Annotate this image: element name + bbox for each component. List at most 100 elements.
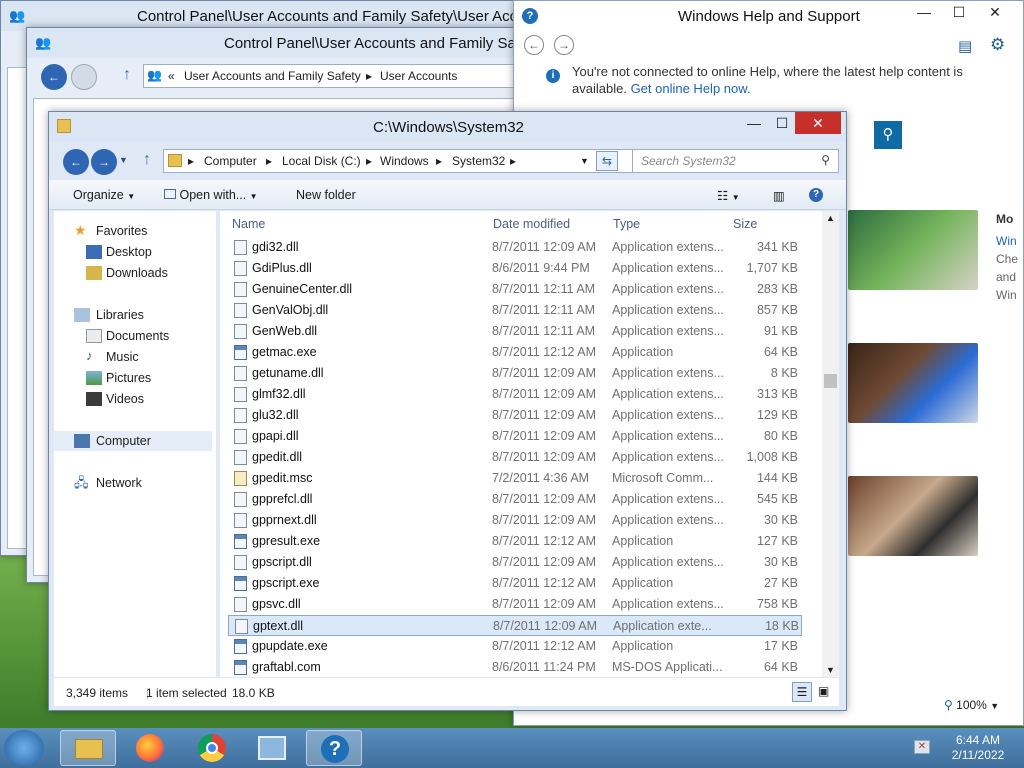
- folder-icon: [57, 119, 71, 133]
- nav-downloads[interactable]: Downloads: [54, 263, 214, 283]
- maximize-button[interactable]: ☐: [944, 1, 974, 23]
- nav-libraries[interactable]: Libraries: [54, 305, 214, 325]
- title-bar[interactable]: ? Windows Help and Support — ☐ ✕: [514, 1, 1023, 31]
- file-date-modified: 8/7/2011 12:09 AM: [492, 366, 597, 380]
- recent-pages-button[interactable]: ▼: [119, 155, 128, 165]
- file-row[interactable]: gpedit.msc 7/2/2011 4:36 AM Microsoft Comm…: [228, 468, 802, 489]
- scroll-thumb[interactable]: [824, 374, 837, 388]
- file-row[interactable]: GenWeb.dll 8/7/2011 12:11 AM Application e…: [228, 321, 802, 342]
- breadcrumb-item[interactable]: User Accounts: [380, 69, 457, 83]
- network-status-icon[interactable]: ✕: [914, 740, 930, 754]
- nav-network[interactable]: 🖧 Network: [54, 473, 214, 493]
- file-row[interactable]: getmac.exe 8/7/2011 12:12 AM Application 64…: [228, 342, 802, 363]
- firefox-taskbar-icon[interactable]: [122, 730, 178, 766]
- large-icons-view-icon[interactable]: ▣: [818, 684, 829, 698]
- maximize-button[interactable]: ☐: [767, 112, 797, 134]
- nav-desktop[interactable]: Desktop: [54, 242, 214, 262]
- file-row[interactable]: getuname.dll 8/7/2011 12:09 AM Application…: [228, 363, 802, 384]
- file-row[interactable]: gptext.dll 8/7/2011 12:09 AM Application e…: [228, 615, 802, 636]
- address-history-button[interactable]: ▼: [580, 156, 589, 166]
- preview-pane-icon[interactable]: ▥: [773, 188, 785, 203]
- file-row[interactable]: gpsvc.dll 8/7/2011 12:09 AM Application ex…: [228, 594, 802, 615]
- nav-documents[interactable]: Documents: [54, 326, 214, 346]
- address-bar[interactable]: 👥 « User Accounts and Family Safety ▸ Us…: [143, 64, 523, 88]
- nav-videos[interactable]: Videos: [54, 389, 214, 409]
- back-button[interactable]: ←: [63, 149, 89, 175]
- column-header-name[interactable]: Name: [232, 217, 265, 231]
- title-bar[interactable]: C:\Windows\System32 — ☐ ✕: [49, 112, 846, 142]
- nav-favorites[interactable]: ★ Favorites: [54, 221, 214, 241]
- scroll-up-icon[interactable]: ▲: [826, 213, 835, 223]
- file-type: Application: [612, 534, 674, 548]
- file-row[interactable]: gpprefcl.dll 8/7/2011 12:09 AM Application…: [228, 489, 802, 510]
- file-row[interactable]: gpscript.dll 8/7/2011 12:09 AM Application…: [228, 552, 802, 573]
- file-explorer-taskbar-icon[interactable]: [60, 730, 116, 766]
- get-online-help-link[interactable]: Get online Help now.: [631, 81, 751, 96]
- scroll-down-icon[interactable]: ▼: [826, 665, 835, 675]
- file-name: graftabl.com: [252, 660, 321, 674]
- address-bar[interactable]: ▸ Computer ▸ Local Disk (C:) ▸ Windows ▸…: [163, 149, 643, 173]
- gear-icon[interactable]: ⚙: [990, 35, 1005, 55]
- breadcrumb-overflow[interactable]: «: [168, 69, 175, 83]
- back-button[interactable]: ←: [41, 64, 67, 90]
- minimize-button[interactable]: —: [909, 1, 939, 23]
- start-button[interactable]: [4, 730, 44, 766]
- nav-pictures[interactable]: Pictures: [54, 368, 214, 388]
- forward-arrow-icon[interactable]: →: [554, 35, 574, 55]
- file-row[interactable]: gdi32.dll 8/7/2011 12:09 AM Application ex…: [228, 237, 802, 258]
- column-header-date[interactable]: Date modified: [493, 217, 570, 231]
- control-panel-taskbar-icon[interactable]: [244, 730, 300, 766]
- breadcrumb-local-disk[interactable]: Local Disk (C:): [282, 154, 361, 168]
- file-row[interactable]: gpupdate.exe 8/7/2011 12:12 AM Application…: [228, 636, 802, 657]
- nav-computer[interactable]: Computer: [54, 431, 212, 451]
- breadcrumb-windows[interactable]: Windows: [380, 154, 429, 168]
- zoom-control[interactable]: ⚲ 100% ▼: [944, 698, 999, 712]
- file-row[interactable]: gpscript.exe 8/7/2011 12:12 AM Application…: [228, 573, 802, 594]
- file-type: Application extens...: [612, 303, 724, 317]
- file-row[interactable]: gpresult.exe 8/7/2011 12:12 AM Application…: [228, 531, 802, 552]
- help-taskbar-icon[interactable]: ?: [306, 730, 362, 766]
- back-arrow-icon[interactable]: ←: [524, 35, 544, 55]
- nav-music[interactable]: ♪ Music: [54, 347, 214, 367]
- print-icon[interactable]: ▤: [958, 37, 972, 55]
- breadcrumb-computer[interactable]: Computer: [204, 154, 257, 168]
- up-arrow-icon[interactable]: ↑: [143, 151, 151, 169]
- help-icon[interactable]: ?: [809, 188, 823, 202]
- file-row[interactable]: GenuineCenter.dll 8/7/2011 12:11 AM Applic…: [228, 279, 802, 300]
- new-folder-button[interactable]: New folder: [296, 188, 356, 202]
- column-header-size[interactable]: Size: [733, 217, 757, 231]
- file-date-modified: 8/7/2011 12:11 AM: [492, 282, 596, 296]
- close-button[interactable]: ✕: [980, 1, 1010, 23]
- file-row[interactable]: GdiPlus.dll 8/6/2011 9:44 PM Application e…: [228, 258, 802, 279]
- file-row[interactable]: glmf32.dll 8/7/2011 12:09 AM Application e…: [228, 384, 802, 405]
- file-row[interactable]: glu32.dll 8/7/2011 12:09 AM Application ex…: [228, 405, 802, 426]
- title-bar[interactable]: 👥 Control Panel\User Accounts and Family…: [27, 28, 528, 58]
- search-input[interactable]: Search System32 ⚲: [632, 149, 839, 173]
- file-date-modified: 8/7/2011 12:12 AM: [492, 576, 597, 590]
- chrome-taskbar-icon[interactable]: [184, 730, 240, 766]
- minimize-button[interactable]: —: [739, 112, 769, 134]
- breadcrumb-separator: ▸: [366, 69, 373, 83]
- close-button[interactable]: ✕: [795, 112, 841, 134]
- file-row[interactable]: gpprnext.dll 8/7/2011 12:09 AM Application…: [228, 510, 802, 531]
- file-row[interactable]: graftabl.com 8/6/2011 11:24 PM MS-DOS Appl…: [228, 657, 802, 677]
- breadcrumb-system32[interactable]: System32: [452, 154, 505, 168]
- file-row[interactable]: gpapi.dll 8/7/2011 12:09 AM Application ex…: [228, 426, 802, 447]
- view-options-icon[interactable]: ☷ ▼: [717, 188, 740, 203]
- file-row[interactable]: GenValObj.dll 8/7/2011 12:11 AM Applicatio…: [228, 300, 802, 321]
- forward-button[interactable]: →: [91, 149, 117, 175]
- forward-button[interactable]: [71, 64, 97, 90]
- refresh-icon[interactable]: ⇆: [596, 151, 618, 171]
- section-link[interactable]: Win: [996, 232, 1017, 250]
- file-row[interactable]: gpedit.dll 8/7/2011 12:09 AM Application e…: [228, 447, 802, 468]
- organize-button[interactable]: Organize ▼: [73, 188, 135, 202]
- open-with-button[interactable]: Open with... ▼: [164, 188, 258, 202]
- column-header-type[interactable]: Type: [613, 217, 640, 231]
- system-clock[interactable]: 6:44 AM 2/11/2022: [938, 733, 1018, 763]
- search-button[interactable]: ⚲: [874, 121, 902, 149]
- chevron-down-icon: ▼: [990, 701, 1000, 711]
- details-view-icon[interactable]: ☰: [792, 682, 812, 702]
- breadcrumb-item[interactable]: User Accounts and Family Safety: [184, 69, 361, 83]
- up-arrow-icon[interactable]: ↑: [123, 66, 131, 84]
- vertical-scrollbar[interactable]: ▲ ▼: [822, 211, 839, 677]
